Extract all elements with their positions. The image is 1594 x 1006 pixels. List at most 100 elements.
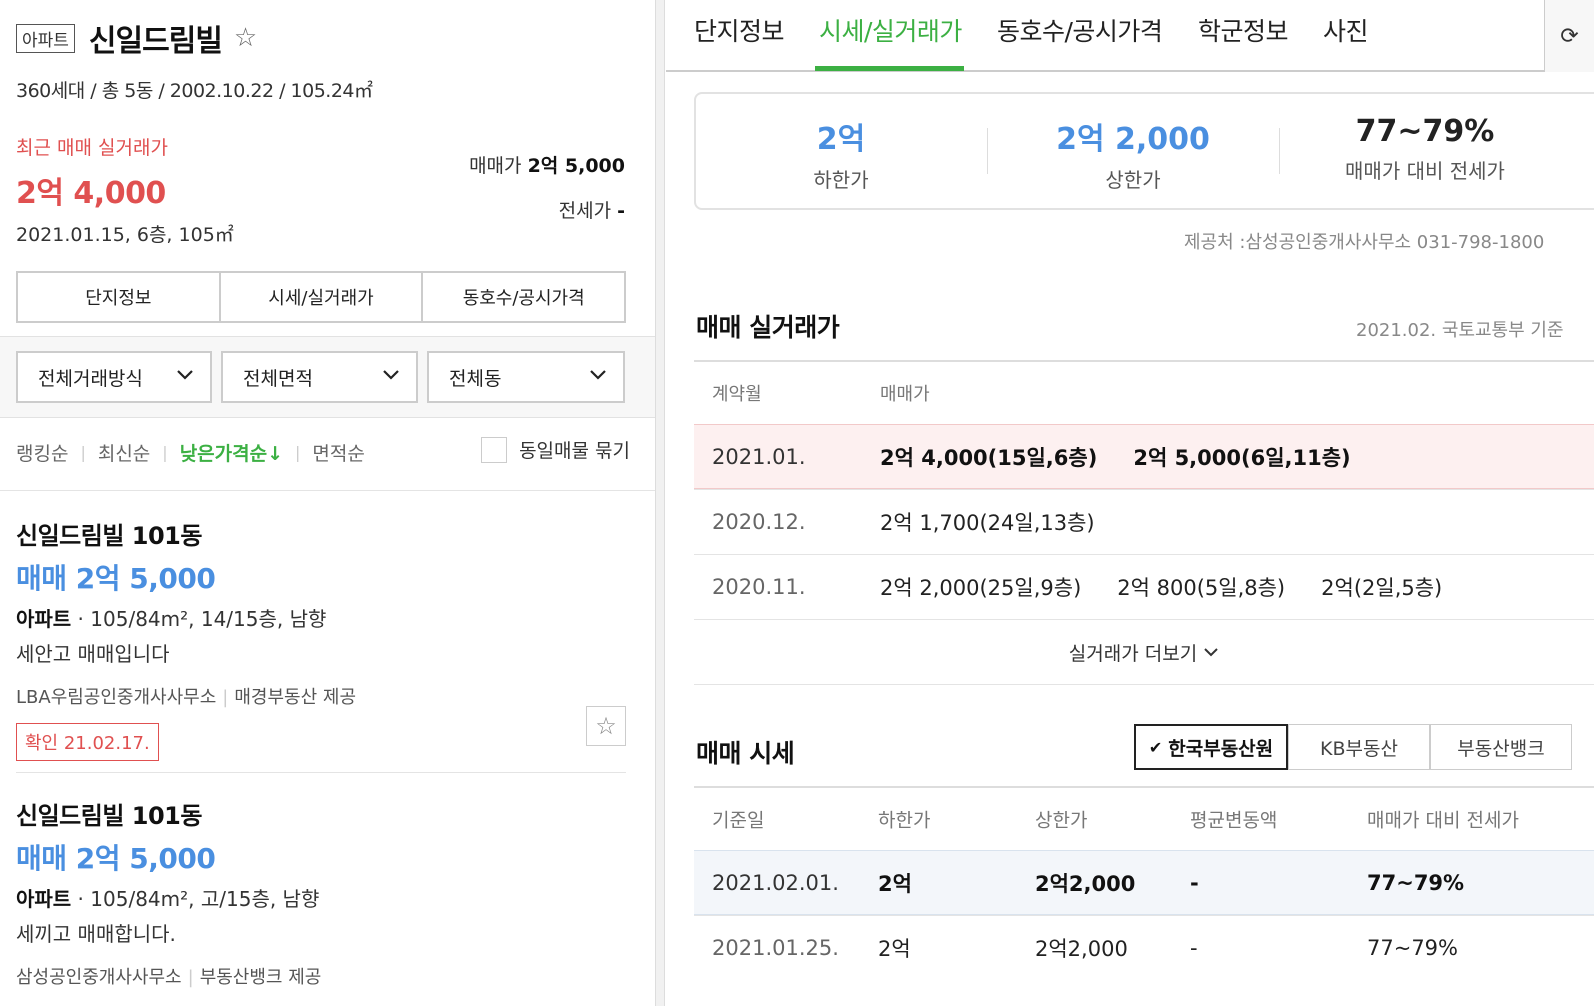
agent-separator: | [222,687,229,708]
row-date: 2021.02.01. [712,870,839,895]
row-avg-change: - [1190,870,1199,895]
listing-spec-detail: · 105/84m², 14/15층, 남향 [71,607,327,631]
sort-area[interactable]: 면적순 [312,439,364,466]
sort-low-price[interactable]: 낮은가격순↓ [180,439,283,466]
table-row: 2021.01.25. 2억 2억2,000 - 77~79% [694,915,1594,980]
listing-divider [16,772,626,773]
header-avg-change: 평균변동액 [1190,809,1278,832]
listing-item[interactable]: 신일드림빌 101동 매매 2억 5,000 아파트 · 105/84m², 1… [16,516,626,761]
summary-ratio-value: 77~79% [1355,114,1495,149]
more-transactions-button[interactable]: 실거래가 더보기 [694,619,1594,685]
transactions-note: 2021.02. 국토교통부 기준 [1356,320,1564,341]
source-tab-kb-label: KB부동산 [1320,737,1398,760]
header-sale-price: 매매가 [880,384,930,405]
same-listing-label: 동일매물 묶기 [519,440,630,462]
same-listing-toggle[interactable]: 동일매물 묶기 [481,436,630,463]
listing-item[interactable]: 신일드림빌 101동 매매 2억 5,000 아파트 · 105/84m², 고… [16,796,626,1006]
source-tab-bank[interactable]: 부동산뱅크 [1430,724,1572,770]
listing-name: 신일드림빌 101동 [16,802,202,830]
more-transactions-label: 실거래가 더보기 [1068,642,1198,665]
summary-upper: 2억 2,000 상한가 [988,114,1278,193]
listing-type: 아파트 [16,887,72,911]
tab-photos[interactable]: 사진 [1323,12,1369,48]
left-tab-complex-info[interactable]: 단지정보 [18,273,221,321]
price-summary: 2억 하한가 2억 2,000 상한가 77~79% 매매가 대비 전세가 [694,92,1594,210]
building-dropdown[interactable]: 전체동 [427,351,625,403]
filter-bar: 전체거래방식 전체면적 전체동 [0,336,655,418]
row-lower: 2억 [878,937,911,961]
sale-price-label: 매매가 [469,155,522,177]
complex-title: 신일드림빌 [88,24,223,59]
market-title: 매매 시세 [696,739,795,768]
agent-separator: | [187,967,194,988]
listing-agent-name: 삼성공인중개사사무소 [16,967,182,988]
tab-complex-info[interactable]: 단지정보 [694,12,785,48]
chevron-down-icon [1204,648,1218,657]
summary-lower-value: 2억 [816,122,866,157]
panel-divider[interactable] [655,0,665,1006]
listing-description: 세안고 매매입니다 [16,642,170,666]
row-upper: 2억2,000 [1035,937,1128,961]
property-type-badge: 아파트 [16,23,75,53]
source-tab-reb[interactable]: ✔ 한국부동산원 [1134,724,1288,770]
listing-name: 신일드림빌 101동 [16,522,202,550]
chevron-down-icon [590,370,606,380]
row-deal: 2억 5,000(6일,11층) [1133,445,1351,470]
title-row: 아파트 신일드림빌 ☆ [16,18,639,59]
row-upper: 2억2,000 [1035,871,1136,896]
source-tab-kb[interactable]: KB부동산 [1288,724,1430,770]
listing-type: 아파트 [16,607,72,631]
left-tab-bar: 단지정보 시세/실거래가 동호수/공시가격 [16,271,626,323]
summary-upper-label: 상한가 [1105,168,1161,192]
row-avg-change: - [1190,936,1198,960]
summary-ratio-label: 매매가 대비 전세가 [1345,159,1505,183]
tab-school[interactable]: 학군정보 [1198,12,1289,48]
sort-latest[interactable]: 최신순 [98,439,150,466]
trade-type-dropdown-label: 전체거래방식 [38,367,143,390]
sort-ranking[interactable]: 랭킹순 [16,439,68,466]
header-lower: 하한가 [878,809,931,832]
left-tab-unit-price[interactable]: 동호수/공시가격 [423,273,624,321]
listing-price: 매매 2억 5,000 [16,842,216,875]
listing-panel: 아파트 신일드림빌 ☆ 360세대 / 총 5동 / 2002.10.22 / … [0,0,655,1006]
star-icon[interactable]: ☆ [234,25,257,51]
provider-text: 제공처 :삼성공인중개사사무소 031-798-1800 [1184,232,1545,253]
refresh-button[interactable]: ⟳ [1544,0,1594,72]
sort-separator: | [295,442,301,462]
listing-provider: 매경부동산 제공 [234,687,357,708]
area-dropdown-label: 전체면적 [243,367,313,390]
table-row: 2021.02.01. 2억 2억2,000 - 77~79% [694,850,1594,915]
listing-provider: 부동산뱅크 제공 [199,967,322,988]
tab-unit-price[interactable]: 동호수/공시가격 [997,12,1163,48]
listing-spec: 아파트 · 105/84m², 고/15층, 남향 [16,883,626,912]
sort-separator: | [162,442,168,462]
area-dropdown[interactable]: 전체면적 [221,351,418,403]
trade-type-dropdown[interactable]: 전체거래방식 [16,351,212,403]
refresh-icon: ⟳ [1560,23,1579,49]
row-month: 2020.11. [712,575,806,599]
confirm-date-badge: 확인 21.02.17. [16,723,159,761]
chevron-down-icon [177,370,193,380]
chevron-down-icon [383,370,399,380]
source-tabs: ✔ 한국부동산원 KB부동산 부동산뱅크 [1134,724,1572,770]
header-base-date: 기준일 [712,809,765,832]
header-contract-month: 계약월 [712,384,762,405]
side-prices: 매매가 2억 5,000 전세가 - [469,151,625,241]
tab-market-price[interactable]: 시세/실거래가 [819,12,962,48]
row-lower: 2억 [878,871,912,896]
left-tab-market-price[interactable]: 시세/실거래가 [221,273,424,321]
favorite-star-button[interactable]: ☆ [586,706,626,746]
detail-panel: 단지정보 시세/실거래가 동호수/공시가격 학군정보 사진 ⟳ 2억 하한가 2… [666,0,1594,1006]
summary-upper-value: 2억 2,000 [1056,122,1210,157]
summary-lower-label: 하한가 [813,168,869,192]
row-deal: 2억(2일,5층) [1321,576,1443,600]
row-ratio: 77~79% [1367,936,1458,960]
row-ratio: 77~79% [1367,870,1465,895]
listing-agent: LBA우림공인중개사사무소 | 매경부동산 제공 [16,683,626,709]
jeonse-price-label: 전세가 [558,200,612,222]
table-row: 2021.01. 2억 4,000(15일,6층) 2억 5,000(6일,11… [694,424,1594,489]
same-listing-checkbox[interactable] [481,436,508,463]
row-deal: 2억 1,700(24일,13층) [880,511,1095,535]
table-row: 2020.12. 2억 1,700(24일,13층) [694,489,1594,554]
transactions-header: 계약월 매매가 [694,360,1594,424]
